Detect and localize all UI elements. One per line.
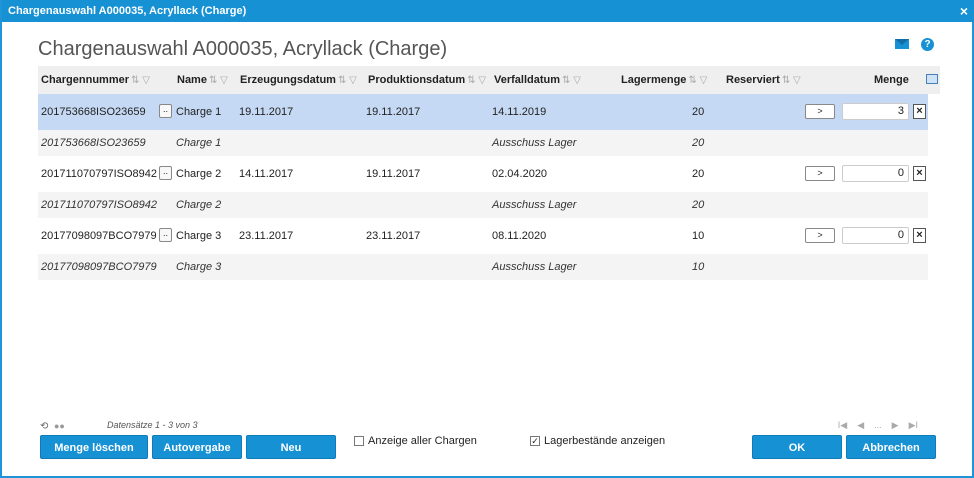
cell-lagermenge: 20 <box>692 106 705 118</box>
loading-dots-icon: ●● <box>54 421 65 431</box>
cell-erzeugungsdatum: 19.11.2017 <box>239 106 294 118</box>
dialog-window: Chargenauswahl A000035, Acryllack (Charg… <box>0 0 974 478</box>
col-name[interactable]: Name ⇅ ▽ <box>177 66 228 95</box>
alle-chargen-checkbox[interactable]: Anzeige aller Chargen <box>354 435 477 447</box>
table-row[interactable]: 201711070797ISO8942 .. Charge 2 14.11.20… <box>38 156 928 192</box>
quantity-input[interactable]: 0 <box>842 165 909 182</box>
next-page-icon[interactable]: ▶ <box>892 420 899 431</box>
take-quantity-button[interactable]: > <box>805 104 835 119</box>
col-lagermenge[interactable]: Lagermenge ⇅ ▽ <box>621 66 707 95</box>
cell-chargennummer: 20177098097BCO7979 <box>41 230 157 242</box>
abbrechen-button[interactable]: Abbrechen <box>846 435 936 459</box>
neu-button[interactable]: Neu <box>246 435 336 459</box>
record-count: Datensätze 1 - 3 von 3 <box>107 420 198 430</box>
cell-lager: Ausschuss Lager <box>492 137 577 149</box>
select-charge-button[interactable]: .. <box>159 228 172 242</box>
checkbox-box[interactable] <box>354 436 364 446</box>
quantity-input[interactable]: 0 <box>842 227 909 244</box>
ok-button[interactable]: OK <box>752 435 842 459</box>
cell-produktionsdatum: 19.11.2017 <box>366 168 421 180</box>
cell-name: Charge 2 <box>176 199 222 211</box>
cell-lagermenge: 10 <box>692 261 705 273</box>
last-page-icon[interactable]: ▶I <box>909 420 918 431</box>
table-row[interactable]: 20177098097BCO7979 .. Charge 3 23.11.201… <box>38 218 928 254</box>
cell-chargennummer: 201711070797ISO8942 <box>41 168 158 180</box>
menge-loeschen-button[interactable]: Menge löschen <box>40 435 148 459</box>
lagerbestaende-checkbox[interactable]: ✓ Lagerbestände anzeigen <box>530 435 665 447</box>
cell-name: Charge 3 <box>176 230 222 242</box>
cell-verfalldatum: 02.04.2020 <box>492 168 548 180</box>
col-menge[interactable]: Menge <box>874 66 909 94</box>
table-subrow: 20177098097BCO7979 Charge 3 Ausschuss La… <box>38 254 928 280</box>
checkbox-label: Lagerbestände anzeigen <box>544 435 666 447</box>
cell-lagermenge: 20 <box>692 199 705 211</box>
col-erzeugungsdatum[interactable]: Erzeugungsdatum ⇅ ▽ <box>240 66 357 95</box>
cell-lagermenge: 20 <box>692 168 705 180</box>
cell-chargennummer: 201753668ISO23659 <box>41 106 146 118</box>
grid-header: Chargennummer ⇅ ▽ Name ⇅ ▽ Erzeugungsdatum… <box>38 66 940 94</box>
cell-name: Charge 1 <box>176 106 222 118</box>
window-title: Chargenauswahl A000035, Acryllack (Charg… <box>8 5 247 17</box>
page-ellipsis: ... <box>874 420 882 430</box>
close-icon[interactable]: × <box>960 0 968 22</box>
title-bar: Chargenauswahl A000035, Acryllack (Charg… <box>2 0 974 22</box>
first-page-icon[interactable]: I◀ <box>838 420 847 431</box>
cell-name: Charge 2 <box>176 168 222 180</box>
cell-chargennummer: 20177098097BCO7979 <box>41 261 157 273</box>
autovergabe-button[interactable]: Autovergabe <box>152 435 242 459</box>
take-quantity-button[interactable]: > <box>805 166 835 181</box>
table-row[interactable]: 201753668ISO23659 .. Charge 1 19.11.2017… <box>38 94 928 130</box>
prev-page-icon[interactable]: ◀ <box>857 420 864 431</box>
cell-erzeugungsdatum: 23.11.2017 <box>239 230 294 242</box>
col-reserviert[interactable]: Reserviert ⇅ ▽ <box>726 66 801 95</box>
cell-lagermenge: 20 <box>692 137 705 149</box>
quantity-input[interactable]: 3 <box>842 103 909 120</box>
cell-chargennummer: 201753668ISO23659 <box>41 137 146 149</box>
col-chargennummer[interactable]: Chargennummer ⇅ ▽ <box>41 66 150 95</box>
clear-quantity-button[interactable]: × <box>913 104 926 119</box>
select-charge-button[interactable]: .. <box>159 166 172 180</box>
cell-lagermenge: 10 <box>692 230 705 242</box>
refresh-icon[interactable]: ⟲ <box>40 421 48 432</box>
cell-lager: Ausschuss Lager <box>492 261 577 273</box>
col-verfalldatum[interactable]: Verfalldatum ⇅ ▽ <box>494 66 581 95</box>
cell-produktionsdatum: 23.11.2017 <box>366 230 421 242</box>
take-quantity-button[interactable]: > <box>805 228 835 243</box>
table-subrow: 201753668ISO23659 Charge 1 Ausschuss Lag… <box>38 130 928 156</box>
select-charge-button[interactable]: .. <box>159 104 172 118</box>
column-settings-icon[interactable] <box>926 74 938 84</box>
cell-name: Charge 1 <box>176 137 222 149</box>
clear-quantity-button[interactable]: × <box>913 166 926 181</box>
cell-erzeugungsdatum: 14.11.2017 <box>239 168 294 180</box>
cell-chargennummer: 201711070797ISO8942 <box>41 199 158 211</box>
mail-icon[interactable] <box>895 39 909 49</box>
checkbox-box[interactable]: ✓ <box>530 436 540 446</box>
help-icon[interactable]: ? <box>921 38 934 51</box>
top-icons: ? <box>895 38 934 51</box>
cell-name: Charge 3 <box>176 261 222 273</box>
table-subrow: 201711070797ISO8942 Charge 2 Ausschuss L… <box>38 192 928 218</box>
cell-verfalldatum: 14.11.2019 <box>492 106 547 118</box>
col-produktionsdatum[interactable]: Produktionsdatum ⇅ ▽ <box>368 66 486 95</box>
pager: I◀ ◀ ... ▶ ▶I <box>838 420 918 431</box>
checkbox-label: Anzeige aller Chargen <box>368 435 477 447</box>
clear-quantity-button[interactable]: × <box>913 228 926 243</box>
cell-lager: Ausschuss Lager <box>492 199 577 211</box>
charge-grid: Chargennummer ⇅ ▽ Name ⇅ ▽ Erzeugungsdatum… <box>38 66 940 280</box>
cell-produktionsdatum: 19.11.2017 <box>366 106 421 118</box>
cell-verfalldatum: 08.11.2020 <box>492 230 547 242</box>
page-title: Chargenauswahl A000035, Acryllack (Charg… <box>38 38 448 60</box>
